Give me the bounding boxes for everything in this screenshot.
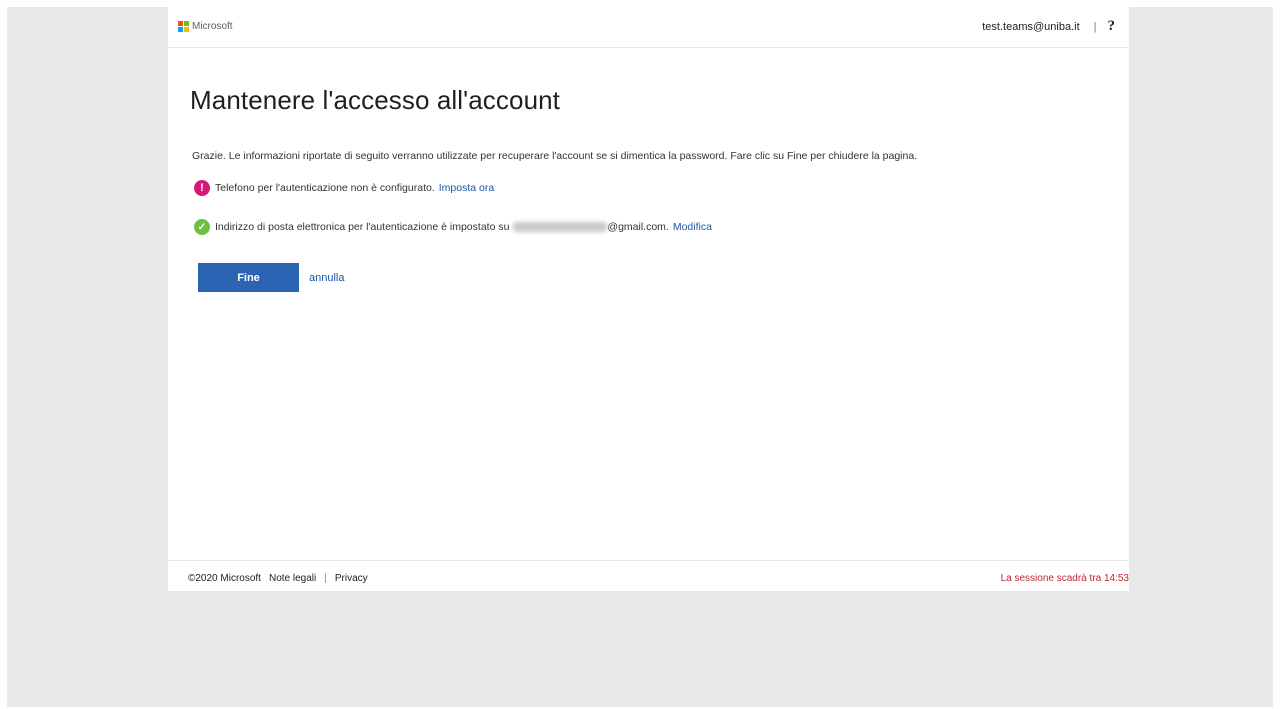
page-title: Mantenere l'accesso all'account: [190, 85, 561, 115]
account-card: Microsoft test.teams@uniba.it | ? Manten…: [168, 7, 1129, 591]
microsoft-logo: Microsoft: [178, 21, 233, 32]
legal-link[interactable]: Note legali: [269, 573, 316, 584]
top-bar: Microsoft test.teams@uniba.it | ?: [168, 7, 1129, 48]
help-icon[interactable]: ?: [1108, 18, 1116, 35]
email-status-text: Indirizzo di posta elettronica per l'aut…: [215, 221, 510, 233]
done-button[interactable]: Fine: [198, 263, 299, 292]
set-now-link[interactable]: Imposta ora: [439, 182, 494, 194]
phone-status-text: Telefono per l'autenticazione non è conf…: [215, 182, 435, 194]
cancel-link[interactable]: annulla: [309, 272, 344, 284]
edit-link[interactable]: Modifica: [673, 221, 712, 233]
intro-text: Grazie. Le informazioni riportate di seg…: [192, 150, 918, 162]
session-timer: La sessione scadrà tra 14:53: [1000, 573, 1129, 584]
copyright-text: ©2020 Microsoft: [188, 573, 261, 584]
error-icon: !: [194, 180, 210, 196]
microsoft-logo-icon: [178, 21, 189, 32]
phone-status-row: ! Telefono per l'autenticazione non è co…: [194, 180, 494, 196]
footer-links: ©2020 Microsoft Note legali | Privacy: [188, 573, 368, 584]
redacted-email: [513, 222, 608, 232]
user-area: test.teams@uniba.it | ?: [982, 18, 1115, 35]
email-domain: @gmail.com.: [607, 221, 669, 233]
footer-separator: |: [324, 573, 327, 584]
user-email[interactable]: test.teams@uniba.it: [982, 21, 1079, 33]
check-icon: ✓: [194, 219, 210, 235]
header-separator: |: [1093, 20, 1097, 33]
email-status-row: ✓ Indirizzo di posta elettronica per l'a…: [194, 219, 712, 235]
logo-text: Microsoft: [192, 21, 233, 32]
privacy-link[interactable]: Privacy: [335, 573, 368, 584]
footer: ©2020 Microsoft Note legali | Privacy La…: [168, 560, 1129, 592]
